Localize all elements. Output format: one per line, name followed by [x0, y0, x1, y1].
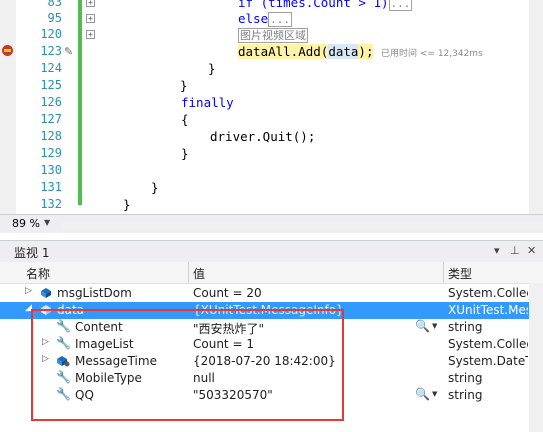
column-type[interactable]: 类型 [448, 265, 472, 282]
expand-arrow-icon[interactable]: ▷ [25, 286, 32, 296]
line-number: 131 [40, 180, 62, 194]
edit-pencil-icon: ✎ [64, 45, 74, 58]
collapsed-block[interactable]: ... [268, 12, 292, 27]
annotation-highlight-box [31, 309, 344, 421]
code-text: ); [358, 44, 374, 59]
perf-tip[interactable]: 已用时间 <= 12,342ms [381, 49, 483, 59]
code-identifier[interactable]: data [328, 44, 359, 59]
watch-type: System.DateTir [448, 354, 528, 368]
pin-icon[interactable]: ⊥ [510, 244, 520, 257]
watch-type: System.Collect [448, 337, 528, 351]
watch-type: System.Collect [448, 286, 528, 300]
watch-value[interactable]: Count = 20 [193, 286, 262, 300]
column-value[interactable]: 值 [193, 265, 205, 282]
watch-titlebar[interactable]: 监视 1 ▾ ⊥ ✕ [0, 240, 543, 263]
column-divider[interactable] [188, 262, 189, 283]
editor-horizontal-scrollbar[interactable] [62, 222, 543, 230]
code-line-125[interactable]: } [180, 77, 188, 94]
visualizer-dropdown-icon[interactable]: ▼ [432, 390, 437, 398]
line-number: 130 [40, 163, 62, 177]
code-keyword: else [238, 11, 269, 26]
watch-type: string [448, 320, 483, 334]
line-number: 129 [40, 146, 62, 160]
watch-name: msgListDom [57, 286, 132, 300]
code-line-128[interactable]: driver.Quit(); [210, 128, 315, 145]
editor-vertical-scrollbar[interactable] [529, 0, 543, 214]
watch-column-header: 名称 值 类型 [0, 262, 543, 284]
code-editor[interactable]: ✎ 83 95 120 123 124 125 126 127 128 129 … [0, 0, 543, 214]
code-line-120[interactable]: 图片视频区域 [238, 26, 308, 44]
code-line-127[interactable]: { [181, 111, 189, 128]
watch-vertical-scrollbar[interactable] [529, 283, 543, 432]
close-icon[interactable]: ✕ [527, 244, 536, 257]
line-number: 125 [40, 78, 62, 92]
watch-title: 监视 1 [14, 246, 50, 260]
code-line-124[interactable]: } [208, 60, 216, 77]
code-line-131[interactable]: } [151, 179, 159, 196]
code-text: if (times.Count > 1) [238, 0, 389, 10]
zoom-dropdown-icon[interactable]: ▼ [44, 218, 50, 227]
code-line-126[interactable]: finally [181, 94, 234, 111]
column-name[interactable]: 名称 [26, 265, 50, 282]
line-number: 132 [40, 197, 62, 211]
collapsed-region[interactable]: 图片视频区域 [238, 28, 308, 43]
field-icon [40, 287, 52, 299]
expand-fold-icon[interactable]: + [86, 30, 95, 39]
watch-type: string [448, 388, 483, 402]
window-menu-icon[interactable]: ▾ [494, 244, 500, 257]
collapsed-block[interactable]: ... [388, 0, 413, 11]
watch-type: XUnitTest.Mess [448, 303, 528, 317]
watch-row[interactable]: ▷ msgListDom Count = 20 System.Collect [0, 285, 543, 302]
change-tracking-bar [78, 0, 82, 205]
expand-fold-icon[interactable]: + [86, 0, 95, 7]
magnifier-icon[interactable]: 🔍 [415, 387, 430, 401]
current-statement-arrow-icon [4, 49, 11, 52]
expand-fold-icon[interactable]: + [86, 14, 95, 23]
code-line-129[interactable]: } [181, 145, 189, 162]
line-number: 128 [40, 129, 62, 143]
line-number: 124 [40, 61, 62, 75]
code-line-132[interactable]: } [123, 196, 131, 213]
column-divider[interactable] [443, 262, 444, 283]
line-number: 95 [47, 11, 62, 25]
magnifier-icon[interactable]: 🔍 [415, 319, 430, 333]
code-text: dataAll.Add( [238, 44, 329, 59]
visualizer-dropdown-icon[interactable]: ▼ [432, 322, 437, 330]
zoom-level[interactable]: 89 % [12, 217, 40, 230]
line-number: 127 [40, 112, 62, 126]
code-line-123[interactable]: dataAll.Add(data); 已用时间 <= 12,342ms [238, 43, 483, 63]
glyph-margin[interactable] [0, 0, 16, 214]
line-number: 126 [40, 95, 62, 109]
line-number: 120 [40, 27, 62, 41]
watch-type: string [448, 371, 483, 385]
line-number: 123 [40, 44, 62, 58]
